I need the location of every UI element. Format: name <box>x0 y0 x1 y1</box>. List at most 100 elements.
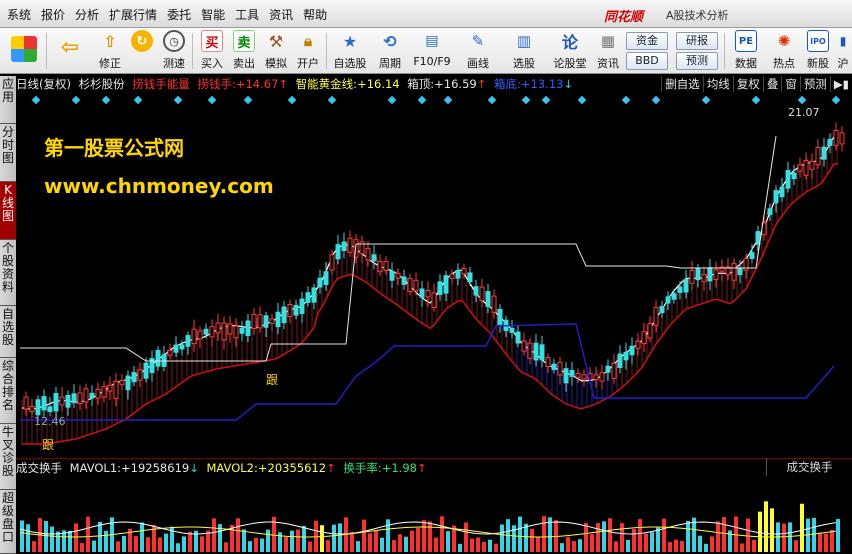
news-button[interactable]: ▦ 资讯 <box>592 30 624 72</box>
tab-ranking[interactable]: 综合排名 <box>0 358 16 424</box>
candle-body <box>779 186 785 198</box>
predict-button[interactable]: 预测 <box>799 76 830 92</box>
candle-body <box>533 342 539 361</box>
volume-indicator-selector[interactable]: 成交换手 <box>766 458 852 476</box>
candle-body <box>527 342 533 359</box>
open-account-button[interactable]: 🔒︎ 开户 <box>292 30 324 72</box>
volume-bar <box>116 541 120 552</box>
expand-icon[interactable]: ▶▮ <box>829 76 852 92</box>
overlay-button[interactable]: 叠 <box>762 76 782 92</box>
tab-diagnosis[interactable]: 牛叉诊股 <box>0 424 16 490</box>
candle-body <box>449 273 455 279</box>
lock-icon: 🔒︎ <box>304 32 312 50</box>
signal-diamond <box>133 95 143 105</box>
correct-button[interactable]: ⇧ 修正 <box>94 30 126 72</box>
menu-bar: 系统 报价 分析 扩展行情 委托 智能 工具 资讯 帮助 同花顺 A股技术分析 <box>0 0 852 28</box>
volume-bar <box>32 541 36 552</box>
simulate-button[interactable]: ⚒ 模拟 <box>260 30 292 72</box>
back-button[interactable]: ⇦ <box>54 30 86 72</box>
tab-kline[interactable]: K线图 <box>0 182 16 240</box>
shanghai-button[interactable]: ▮ 沪 <box>834 30 852 72</box>
menu-order[interactable]: 委托 <box>162 6 196 23</box>
volume-bar <box>530 528 534 552</box>
candle-body <box>113 380 119 399</box>
candle-body <box>509 327 515 333</box>
sell-label: 卖出 <box>233 57 255 70</box>
forum-button[interactable]: 论 论股堂 <box>552 30 588 72</box>
left-tab-bar: 应用 分时图 K线图 个股资料 自选股 综合排名 牛叉诊股 超级盘口 <box>0 76 16 554</box>
menu-help[interactable]: 帮助 <box>298 6 332 23</box>
volume-bar <box>836 518 840 552</box>
stock-pick-button[interactable]: ▥ 选股 <box>508 30 540 72</box>
candle-body <box>83 388 89 403</box>
speed-test-button[interactable]: ↻ <box>126 30 158 72</box>
adjust-button[interactable]: 复权 <box>732 76 763 92</box>
tab-level2[interactable]: 超级盘口 <box>0 490 16 554</box>
menu-system[interactable]: 系统 <box>2 6 36 23</box>
volume-bar <box>224 542 228 552</box>
candle-body <box>791 172 797 180</box>
volume-bar <box>320 525 324 552</box>
candle-body <box>671 293 677 300</box>
candle-body <box>191 328 197 345</box>
bbd-button[interactable]: BBD <box>626 52 668 70</box>
candle-body <box>239 327 245 334</box>
signal-diamond <box>243 95 253 105</box>
period-button[interactable]: ⟲ 周期 <box>374 30 406 72</box>
tab-watchlist[interactable]: 自选股 <box>0 306 16 358</box>
buy-button[interactable]: 买 买入 <box>196 30 228 72</box>
volume-bar <box>260 538 264 552</box>
candle-body <box>383 261 389 271</box>
tab-apps[interactable]: 应用 <box>0 76 16 124</box>
kline-chart-area[interactable]: 日线(复权) 杉杉股份 捞钱手能量 捞钱手:+14.67↑ 智能黄金线:+16.… <box>16 76 852 554</box>
ipo-button[interactable]: IPO 新股 <box>802 30 834 72</box>
ma-button[interactable]: 均线 <box>702 76 733 92</box>
volume-bar <box>248 541 252 552</box>
volume-bar <box>428 521 432 552</box>
volume-bar <box>368 533 372 552</box>
volume-bar <box>290 530 294 552</box>
tab-intraday[interactable]: 分时图 <box>0 124 16 182</box>
signal-diamond <box>387 95 397 105</box>
volume-bar <box>818 532 822 552</box>
tab-stock-profile[interactable]: 个股资料 <box>0 240 16 306</box>
ind2-value: +14.67 <box>235 77 279 91</box>
draw-line-button[interactable]: ✎ 画线 <box>462 30 494 72</box>
menu-smart[interactable]: 智能 <box>196 6 230 23</box>
f10-button[interactable]: ▤ F10/F9 <box>412 30 452 72</box>
volume-bar <box>812 517 816 552</box>
volume-title: 成交换手 <box>16 461 62 475</box>
candle-body <box>521 340 527 352</box>
sell-button[interactable]: 卖 卖出 <box>228 30 260 72</box>
ipo-label: 新股 <box>807 57 829 70</box>
capital-button[interactable]: 资金 <box>626 32 668 50</box>
watchlist-button[interactable]: ★ 自选股 <box>330 30 370 72</box>
menu-tools[interactable]: 工具 <box>230 6 264 23</box>
forecast-button[interactable]: 预测 <box>676 52 718 70</box>
clock-button[interactable]: ◷ 测速 <box>158 30 190 72</box>
volume-bar <box>74 523 78 552</box>
f10-icon: ▤ <box>425 33 439 49</box>
box-top-line <box>20 135 777 362</box>
candle-body <box>251 313 257 329</box>
window-button[interactable]: 窗 <box>781 76 800 92</box>
volume-bar <box>770 508 774 552</box>
volume-bar <box>446 531 450 552</box>
menu-news[interactable]: 资讯 <box>264 6 298 23</box>
hot-button[interactable]: ✺ 热点 <box>768 30 800 72</box>
signal-diamond <box>443 95 453 105</box>
home-button[interactable] <box>8 30 40 72</box>
remove-watchlist-button[interactable]: 删自选 <box>661 76 703 92</box>
arrow-up-icon: ⇧ <box>103 31 117 51</box>
candle-body <box>395 272 401 279</box>
menu-quote[interactable]: 报价 <box>36 6 70 23</box>
ind4-label: 箱顶: <box>407 77 435 91</box>
research-button[interactable]: 研报 <box>676 32 718 50</box>
candle-body <box>647 323 653 339</box>
candle-body <box>497 308 503 325</box>
data-button[interactable]: PE 数据 <box>730 30 762 72</box>
menu-extended[interactable]: 扩展行情 <box>104 6 162 23</box>
candle-body <box>35 399 41 416</box>
candle-body <box>47 406 53 413</box>
menu-analysis[interactable]: 分析 <box>70 6 104 23</box>
